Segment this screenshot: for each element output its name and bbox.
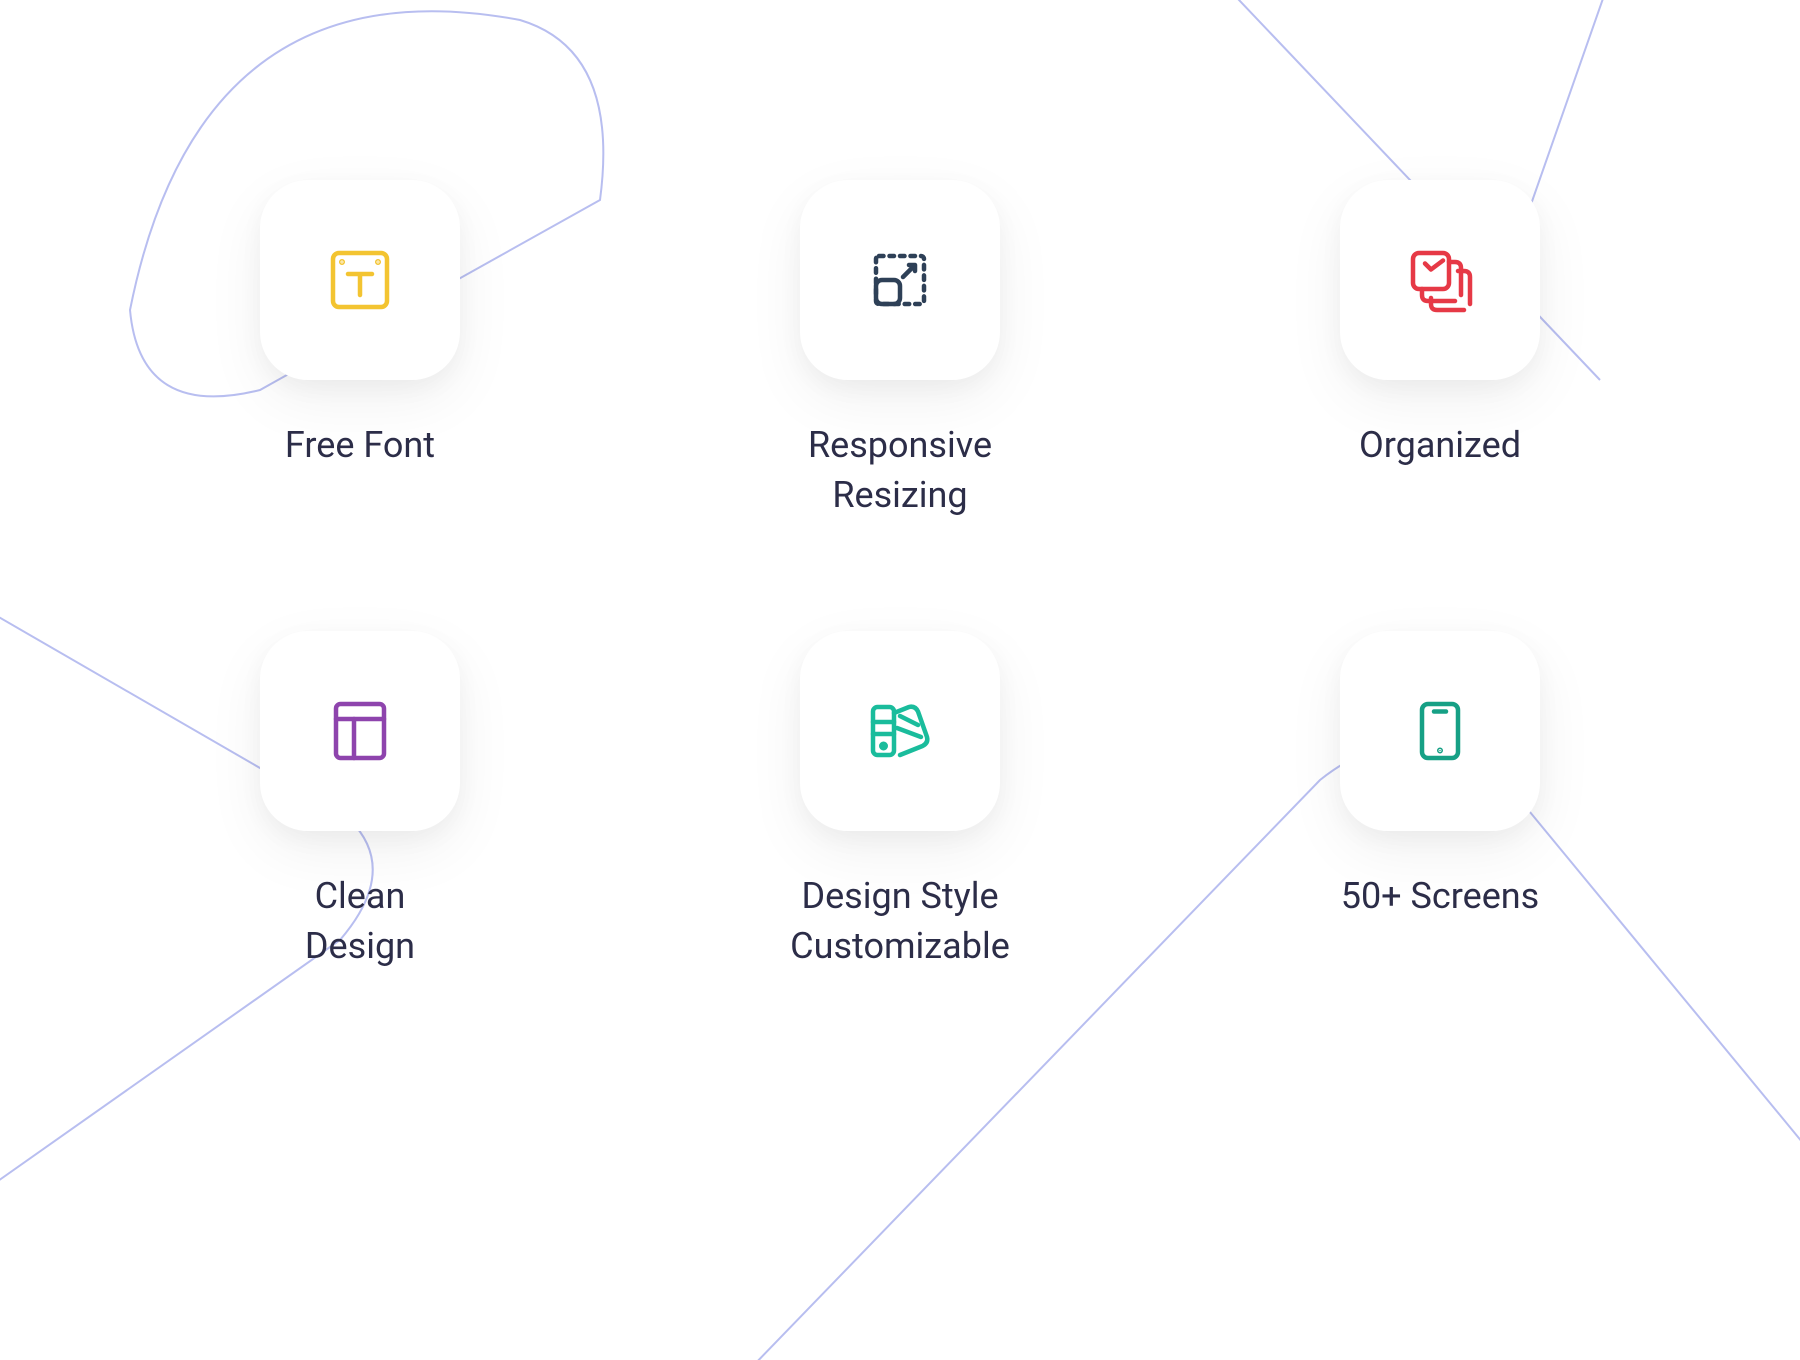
- icon-card: [260, 631, 460, 831]
- feature-label: Design Style Customizable: [790, 871, 1010, 972]
- features-grid: Free Font Responsive Resizing Organized: [250, 180, 1550, 972]
- resize-icon: [864, 244, 936, 316]
- feature-label: 50+ Screens: [1341, 871, 1540, 921]
- feature-design-style: Design Style Customizable: [790, 631, 1010, 972]
- feature-label: Responsive Resizing: [808, 420, 992, 521]
- feature-label: Organized: [1359, 420, 1521, 470]
- feature-label: Clean Design: [305, 871, 415, 972]
- feature-responsive-resizing: Responsive Resizing: [790, 180, 1010, 521]
- icon-card: [800, 180, 1000, 380]
- icon-card: [1340, 631, 1540, 831]
- feature-clean-design: Clean Design: [250, 631, 470, 972]
- icon-card: [260, 180, 460, 380]
- layers-icon: [1404, 244, 1476, 316]
- icon-card: [1340, 180, 1540, 380]
- feature-label: Free Font: [285, 420, 435, 470]
- phone-icon: [1404, 695, 1476, 767]
- layout-icon: [324, 695, 396, 767]
- text-frame-icon: [324, 244, 396, 316]
- icon-card: [800, 631, 1000, 831]
- feature-organized: Organized: [1330, 180, 1550, 521]
- feature-free-font: Free Font: [250, 180, 470, 521]
- feature-screens: 50+ Screens: [1330, 631, 1550, 972]
- palette-icon: [864, 695, 936, 767]
